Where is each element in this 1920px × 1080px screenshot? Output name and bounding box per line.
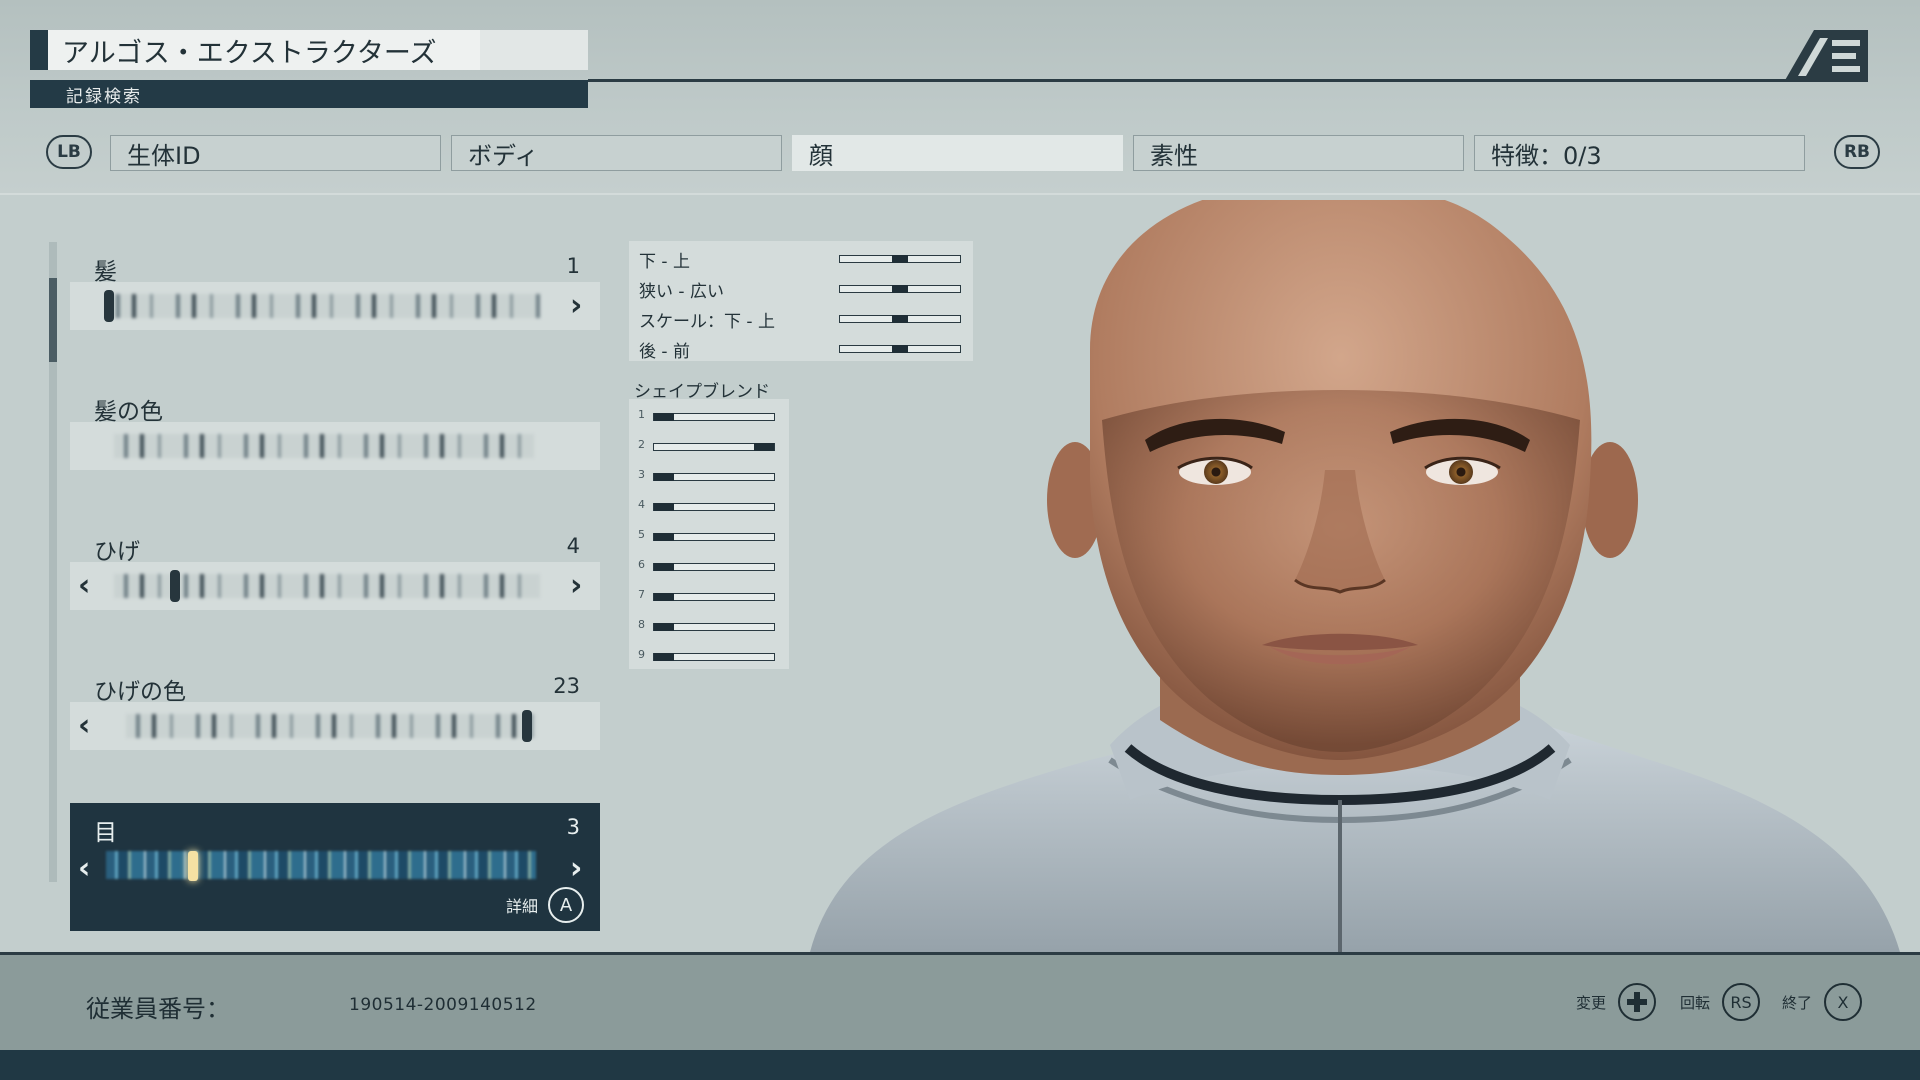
ae-logo-icon: AE: [1784, 30, 1868, 82]
a-button-icon: A: [548, 887, 584, 923]
tab-bio-id[interactable]: 生体ID: [110, 135, 441, 171]
page-title: アルゴス・エクストラクターズ: [48, 30, 480, 70]
shape-blend-knob[interactable]: [654, 563, 674, 571]
character-portrait[interactable]: [750, 200, 1920, 952]
chevron-right-icon[interactable]: ›: [570, 845, 582, 893]
shape-blend-knob[interactable]: [654, 623, 674, 631]
header-divider: [588, 79, 1786, 82]
hint-label: 終了: [1782, 993, 1813, 1012]
shape-blend-knob[interactable]: [654, 593, 674, 601]
title-bar: アルゴス・エクストラクターズ: [30, 30, 588, 70]
tab-background[interactable]: 素性: [1133, 135, 1464, 171]
title-accent: [30, 30, 48, 70]
shape-blend-knob[interactable]: [654, 413, 674, 421]
employee-id-label: 従業員番号：: [86, 995, 230, 1023]
option-beard-label: ひげ: [94, 539, 140, 565]
lb-button[interactable]: LB: [46, 135, 92, 169]
option-hair-value: 1: [566, 254, 580, 278]
option-beard-color-value: 23: [553, 674, 580, 698]
chevron-right-icon[interactable]: ›: [570, 282, 582, 330]
hint-exit[interactable]: 終了 X: [1782, 983, 1863, 1021]
hint-rotate[interactable]: 回転 RS: [1680, 983, 1761, 1021]
shape-blend-knob[interactable]: [654, 533, 674, 541]
beard-color-swatch-strip: [126, 714, 536, 738]
option-eyes-label: 目: [94, 820, 117, 846]
slider-label: 狭い - 広い: [639, 282, 724, 302]
hint-label: 変更: [1576, 993, 1607, 1012]
chevron-left-icon[interactable]: ‹: [78, 562, 90, 610]
eye-color-swatch-strip: [106, 851, 536, 879]
chevron-left-icon[interactable]: ‹: [78, 702, 90, 750]
option-hair-label: 髪: [94, 259, 117, 285]
x-button-icon: X: [1824, 983, 1863, 1021]
shape-blend-number: 1: [638, 408, 645, 421]
tab-face[interactable]: 顔: [792, 135, 1123, 171]
tab-traits[interactable]: 特徴：0/3: [1474, 135, 1805, 171]
footer: 従業員番号： 190514-2009140512 変更 回転 RS 終了 X: [0, 952, 1920, 1050]
shape-blend-number: 7: [638, 588, 645, 601]
hair-swatch-strip: [106, 294, 540, 318]
option-beard-color-label: ひげの色: [94, 679, 186, 705]
shape-blend-number: 8: [638, 618, 645, 631]
employee-id-value: 190514-2009140512: [349, 995, 537, 1015]
slider-label: 下 - 上: [639, 252, 690, 272]
shape-blend-number: 9: [638, 648, 645, 661]
hint-change[interactable]: 変更: [1576, 983, 1657, 1021]
tab-body[interactable]: ボディ: [451, 135, 782, 171]
shape-blend-number: 6: [638, 558, 645, 571]
shape-blend-number: 2: [638, 438, 645, 451]
shape-blend-knob[interactable]: [654, 653, 674, 661]
option-beard-color-selector[interactable]: ‹: [70, 702, 600, 750]
option-hair-selector[interactable]: ›: [70, 282, 600, 330]
option-beard-selector[interactable]: ‹ ›: [70, 562, 600, 610]
rb-button[interactable]: RB: [1834, 135, 1880, 169]
shape-blend-number: 4: [638, 498, 645, 511]
eyes-detail-action[interactable]: 詳細 A: [506, 887, 584, 923]
eye-selection-marker: [188, 851, 198, 881]
header: アルゴス・エクストラクターズ 記録検索 AE LB 生体ID ボディ 顔 素性 …: [0, 0, 1920, 195]
detail-label: 詳細: [505, 897, 538, 916]
hair-selection-marker: [104, 290, 114, 322]
footer-strip: [0, 1050, 1920, 1080]
shape-blend-number: 5: [638, 528, 645, 541]
shape-blend-knob[interactable]: [654, 503, 674, 511]
hint-label: 回転: [1680, 993, 1711, 1012]
slider-label: 後 - 前: [639, 342, 690, 362]
beard-selection-marker: [170, 570, 180, 602]
shape-blend-knob[interactable]: [654, 473, 674, 481]
chevron-left-icon[interactable]: ‹: [78, 845, 90, 893]
option-hair-color-selector[interactable]: [70, 422, 600, 470]
page-subtitle: 記録検索: [30, 80, 588, 108]
shape-blend-number: 3: [638, 468, 645, 481]
option-eyes-value: 3: [566, 815, 580, 839]
rs-button-icon: RS: [1722, 983, 1761, 1021]
dpad-icon: [1618, 983, 1657, 1021]
options-scroll-thumb[interactable]: [49, 278, 57, 362]
hair-color-swatch-strip: [114, 434, 534, 458]
option-hair-color-label: 髪の色: [94, 399, 163, 425]
option-eyes[interactable]: 目 3 ‹ › 詳細 A: [70, 803, 600, 931]
chevron-right-icon[interactable]: ›: [570, 562, 582, 610]
option-beard-value: 4: [566, 534, 580, 558]
tab-bar: LB 生体ID ボディ 顔 素性 特徴：0/3 RB: [46, 133, 1880, 175]
beard-color-selection-marker: [522, 710, 532, 742]
